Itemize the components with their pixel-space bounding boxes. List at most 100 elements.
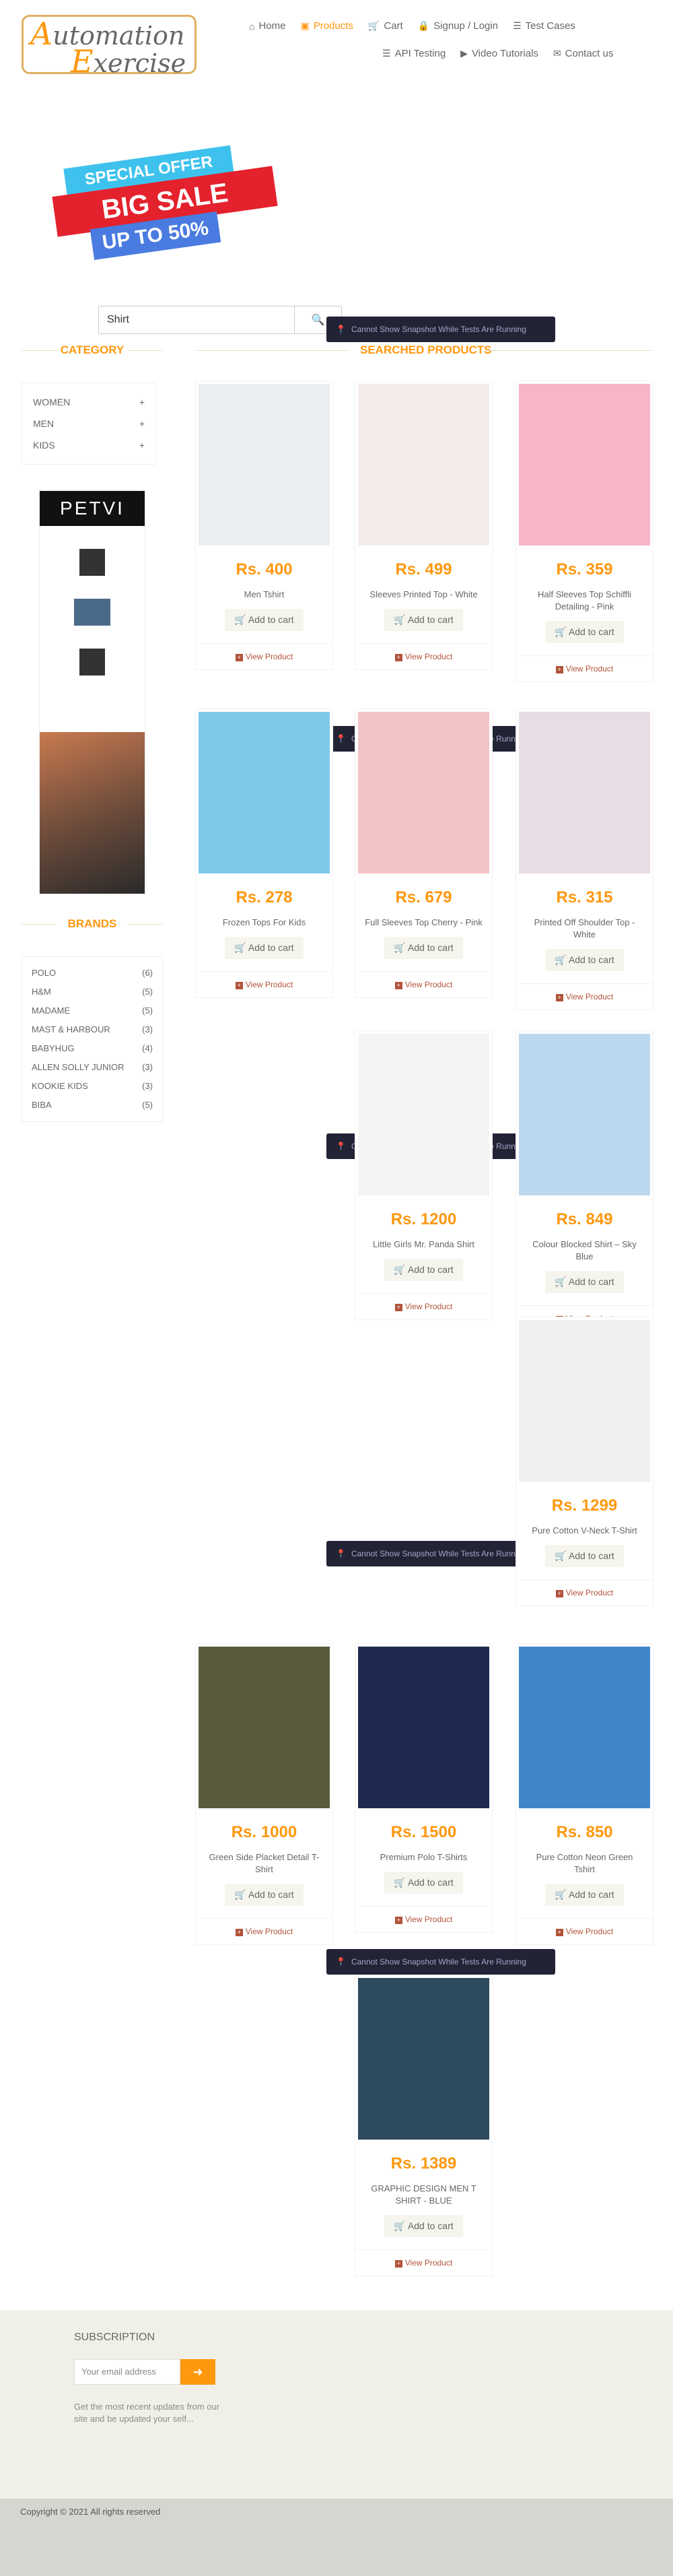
add-to-cart-button[interactable]: 🛒 Add to cart <box>225 1884 304 1906</box>
cart-icon: 🛒 <box>555 1276 569 1287</box>
view-product-label: View Product <box>245 980 293 989</box>
add-to-cart-button[interactable]: 🛒 Add to cart <box>225 609 304 631</box>
nav-home[interactable]: ⌂ Home <box>249 20 285 32</box>
view-product-link[interactable]: +View Product <box>355 643 492 669</box>
brand-item[interactable]: H&M (5) <box>32 983 153 1001</box>
product-image <box>358 712 489 873</box>
add-to-cart-button[interactable]: 🛒 Add to cart <box>545 1545 624 1567</box>
plus-square-icon: + <box>394 654 402 661</box>
logo-line-1: Automation <box>30 15 185 52</box>
category-panel: WOMEN + MEN + KIDS + <box>22 383 156 465</box>
envelope-icon: ✉ <box>553 48 561 59</box>
brand-count: (3) <box>142 1081 153 1091</box>
cart-icon: 🛒 <box>367 20 380 31</box>
nav-api-testing[interactable]: ☰ API Testing <box>382 48 446 59</box>
subscribe-email-input[interactable]: Your email address <box>74 2359 180 2385</box>
main-nav: ⌂ Home ▣ Products 🛒 Cart 🔒 Signup / Login ☰ Test … <box>249 16 653 71</box>
nav-test-cases[interactable]: ☰ Test Cases <box>513 20 575 32</box>
add-to-cart-label: Add to cart <box>568 1550 614 1561</box>
product-name: Colour Blocked Shirt – Sky Blue <box>532 1239 637 1261</box>
product-name: Green Side Placket Detail T-Shirt <box>209 1852 320 1874</box>
search-input[interactable]: Shirt <box>99 306 294 333</box>
view-product-link[interactable]: +View Product <box>196 971 332 997</box>
plus-square-icon: + <box>394 1304 402 1311</box>
category-men[interactable]: MEN + <box>33 413 145 434</box>
brand-count: (3) <box>142 1024 153 1034</box>
toast-text: Cannot Show Snapshot While Tests Are Run… <box>351 325 526 334</box>
view-product-link[interactable]: +View Product <box>355 1293 492 1319</box>
view-product-link[interactable]: +View Product <box>516 1918 653 1944</box>
add-to-cart-button[interactable]: 🛒 Add to cart <box>384 609 463 631</box>
view-product-link[interactable]: +View Product <box>196 1918 332 1944</box>
brand-name: MADAME <box>32 1005 71 1016</box>
sale-banner: SPECIAL OFFER BIG SALE UP TO 50% OFF <box>52 145 281 280</box>
toast-text: Cannot Show Snapshot While Tests Are Run… <box>351 1957 526 1967</box>
brand-item[interactable]: BABYHUG (4) <box>32 1039 153 1058</box>
product-image <box>519 384 650 546</box>
plus-square-icon: + <box>555 666 563 673</box>
plus-icon[interactable]: + <box>139 413 145 434</box>
brand-count: (5) <box>142 987 153 997</box>
nav-cart[interactable]: 🛒 Cart <box>368 20 403 32</box>
location-pin-icon: 📍 <box>336 734 346 744</box>
site-logo[interactable]: Automation Exercise <box>22 15 197 77</box>
product-card: Rs. 849 Colour Blocked Shirt – Sky Blue 🛒 … <box>516 1030 653 1332</box>
view-product-link[interactable]: +View Product <box>516 655 653 682</box>
nav-signup-login[interactable]: 🔒 Signup / Login <box>418 20 498 32</box>
category-label: WOMEN <box>33 397 71 407</box>
nav-contact-us[interactable]: ✉ Contact us <box>553 48 613 59</box>
plus-icon[interactable]: + <box>139 391 145 413</box>
brand-item[interactable]: MADAME (5) <box>32 1001 153 1020</box>
view-product-label: View Product <box>404 1302 453 1311</box>
add-to-cart-button[interactable]: 🛒 Add to cart <box>384 1872 463 1894</box>
add-to-cart-button[interactable]: 🛒 Add to cart <box>545 1884 624 1906</box>
product-price: Rs. 315 <box>556 888 613 906</box>
view-product-link[interactable]: +View Product <box>355 971 492 997</box>
add-to-cart-button[interactable]: 🛒 Add to cart <box>384 2215 463 2237</box>
add-to-cart-label: Add to cart <box>248 1889 294 1900</box>
category-kids[interactable]: KIDS + <box>33 434 145 456</box>
brand-item[interactable]: BIBA (5) <box>32 1096 153 1115</box>
view-product-link[interactable]: +View Product <box>516 983 653 1010</box>
add-to-cart-label: Add to cart <box>407 2220 454 2231</box>
cart-icon: 🛒 <box>394 614 408 625</box>
add-to-cart-button[interactable]: 🛒 Add to cart <box>545 1271 624 1293</box>
product-price: Rs. 850 <box>556 1823 613 1841</box>
add-to-cart-label: Add to cart <box>407 942 454 953</box>
nav-video-tutorials[interactable]: ▶ Video Tutorials <box>460 48 538 59</box>
subscription-title: SUBSCRIPTION <box>74 2332 155 2343</box>
plus-icon[interactable]: + <box>139 434 145 456</box>
nav-label: Cart <box>384 20 403 32</box>
view-product-link[interactable]: +View Product <box>355 1906 492 1932</box>
brand-item[interactable]: KOOKIE KIDS (3) <box>32 1077 153 1096</box>
brand-item[interactable]: MAST & HARBOUR (3) <box>32 1020 153 1039</box>
brand-item[interactable]: ALLEN SOLLY JUNIOR (3) <box>32 1058 153 1077</box>
add-to-cart-button[interactable]: 🛒 Add to cart <box>384 1259 463 1281</box>
product-image <box>519 1647 650 1808</box>
product-price: Rs. 499 <box>395 560 452 579</box>
subscribe-button[interactable]: ➜ <box>180 2359 215 2385</box>
product-card: Rs. 1000 Green Side Placket Detail T-Shir… <box>195 1643 333 1945</box>
product-price: Rs. 359 <box>556 560 613 579</box>
add-to-cart-button[interactable]: 🛒 Add to cart <box>384 937 463 959</box>
product-name: Printed Off Shoulder Top - White <box>534 917 635 939</box>
view-product-label: View Product <box>565 664 614 673</box>
snapshot-toast: 📍 Cannot Show Snapshot While Tests Are Ru… <box>326 1949 555 1975</box>
nav-label: Contact us <box>565 48 614 59</box>
nav-products[interactable]: ▣ Products <box>300 20 353 32</box>
view-product-label: View Product <box>404 1915 453 1924</box>
plus-square-icon: + <box>235 1929 243 1936</box>
view-product-link[interactable]: +View Product <box>355 2249 492 2276</box>
view-product-link[interactable]: +View Product <box>196 643 332 669</box>
add-to-cart-button[interactable]: 🛒 Add to cart <box>545 621 624 643</box>
add-to-cart-button[interactable]: 🛒 Add to cart <box>225 937 304 959</box>
view-product-link[interactable]: +View Product <box>516 1579 653 1606</box>
category-title: CATEGORY <box>22 343 163 357</box>
advertisement[interactable]: PETVI <box>39 490 145 894</box>
add-to-cart-button[interactable]: 🛒 Add to cart <box>545 949 624 971</box>
add-to-cart-label: Add to cart <box>248 942 294 953</box>
brand-item[interactable]: POLO (6) <box>32 964 153 983</box>
nav-label: Test Cases <box>525 20 575 32</box>
product-card: Rs. 850 Pure Cotton Neon Green Tshirt 🛒 Ad… <box>516 1643 653 1945</box>
category-women[interactable]: WOMEN + <box>33 391 145 413</box>
